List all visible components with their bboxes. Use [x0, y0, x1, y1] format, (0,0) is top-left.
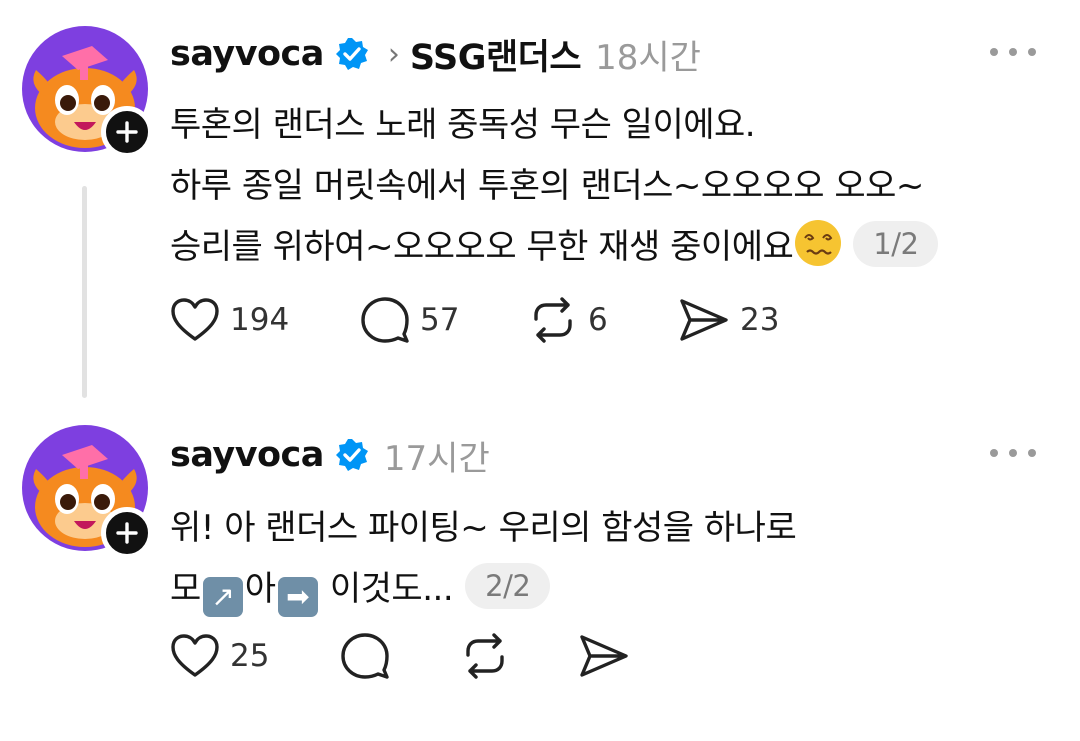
comment-bubble-icon [341, 633, 389, 679]
more-dot-icon [990, 449, 998, 457]
right-arrow-emoji-icon: ➡ [277, 577, 318, 617]
post-time: 18시간 [595, 37, 701, 78]
like-count: 194 [230, 302, 290, 338]
plus-icon [116, 522, 138, 544]
post-text-line-last: 승리를 위하여~오오오오 무한 재생 중이에요 1/2 [170, 217, 1050, 278]
comment-button[interactable] [340, 632, 390, 680]
thread-post-2: sayvoca 17시간 위! 아 랜더스 파이팅~ 우리의 함성을 하나로 모… [0, 410, 1080, 741]
post-header: sayvoca 17시간 [170, 430, 490, 480]
like-button[interactable]: 194 [170, 297, 289, 343]
post-header: sayvoca › SSG랜더스 18시간 [170, 29, 701, 79]
post-text-segment: 이것도... [319, 569, 454, 609]
verified-badge-icon [335, 439, 368, 471]
like-count: 25 [230, 638, 270, 674]
heart-icon [171, 634, 219, 677]
up-right-arrow-emoji-icon: ↗ [202, 577, 243, 617]
repost-button[interactable] [460, 633, 510, 679]
send-icon [580, 635, 628, 677]
thread-post-1: sayvoca › SSG랜더스 18시간 투혼의 랜더스 노래 중독성 무슨 … [0, 0, 1080, 410]
more-options-button[interactable] [990, 42, 1036, 62]
chevron-right-icon: › [387, 36, 400, 72]
more-dot-icon [1028, 48, 1036, 56]
page-indicator: 2/2 [465, 563, 551, 609]
thread-connector-line [82, 186, 87, 398]
repost-icon [534, 297, 572, 343]
plus-icon [116, 121, 138, 143]
post-text-segment: 아 [244, 569, 276, 609]
like-button[interactable]: 25 [170, 633, 269, 679]
more-dot-icon [1009, 48, 1017, 56]
post-body: 위! 아 랜더스 파이팅~ 우리의 함성을 하나로 모 ↗ 아 ➡ 이것도... 2/2 [170, 498, 1050, 620]
more-dot-icon [1009, 449, 1017, 457]
post-text-line: 투혼의 랜더스 노래 중독성 무슨 일이에요. [170, 105, 756, 145]
more-dot-icon [990, 48, 998, 56]
post-body: 투혼의 랜더스 노래 중독성 무슨 일이에요. 하루 종일 머릿속에서 투혼의 … [170, 95, 1050, 278]
more-dot-icon [1028, 449, 1036, 457]
share-button[interactable]: 23 [678, 297, 779, 343]
post-text-segment: 승리를 위하여~오오오오 무한 재생 중이에요 [170, 227, 794, 267]
post-text-line: 하루 종일 머릿속에서 투혼의 랜더스~오오오오 오오~ [170, 166, 924, 206]
post-text-segment: 모 [170, 569, 201, 609]
post-time: 17시간 [383, 438, 490, 479]
page-indicator: 1/2 [853, 221, 939, 267]
post-text-line-last: 모 ↗ 아 ➡ 이것도... 2/2 [170, 559, 1050, 620]
repost-icon [466, 633, 504, 679]
dizzy-face-emoji-icon [795, 220, 842, 266]
post-text-line: 위! 아 랜더스 파이팅~ 우리의 함성을 하나로 [170, 508, 797, 548]
community-tag[interactable]: SSG랜더스 [410, 29, 582, 80]
username[interactable]: sayvoca [170, 435, 324, 475]
share-count: 23 [740, 302, 780, 338]
send-icon [680, 299, 728, 341]
follow-plus-button[interactable] [101, 106, 153, 158]
follow-plus-button[interactable] [101, 507, 153, 559]
more-options-button[interactable] [990, 443, 1036, 463]
verified-badge-icon [335, 38, 368, 70]
comment-count: 57 [420, 302, 460, 338]
heart-icon [171, 298, 219, 341]
comment-bubble-icon [361, 297, 409, 343]
repost-count: 6 [588, 302, 608, 338]
share-button[interactable] [578, 633, 630, 679]
username[interactable]: sayvoca [170, 34, 324, 74]
comment-button[interactable]: 57 [360, 296, 459, 344]
repost-button[interactable]: 6 [528, 297, 608, 343]
